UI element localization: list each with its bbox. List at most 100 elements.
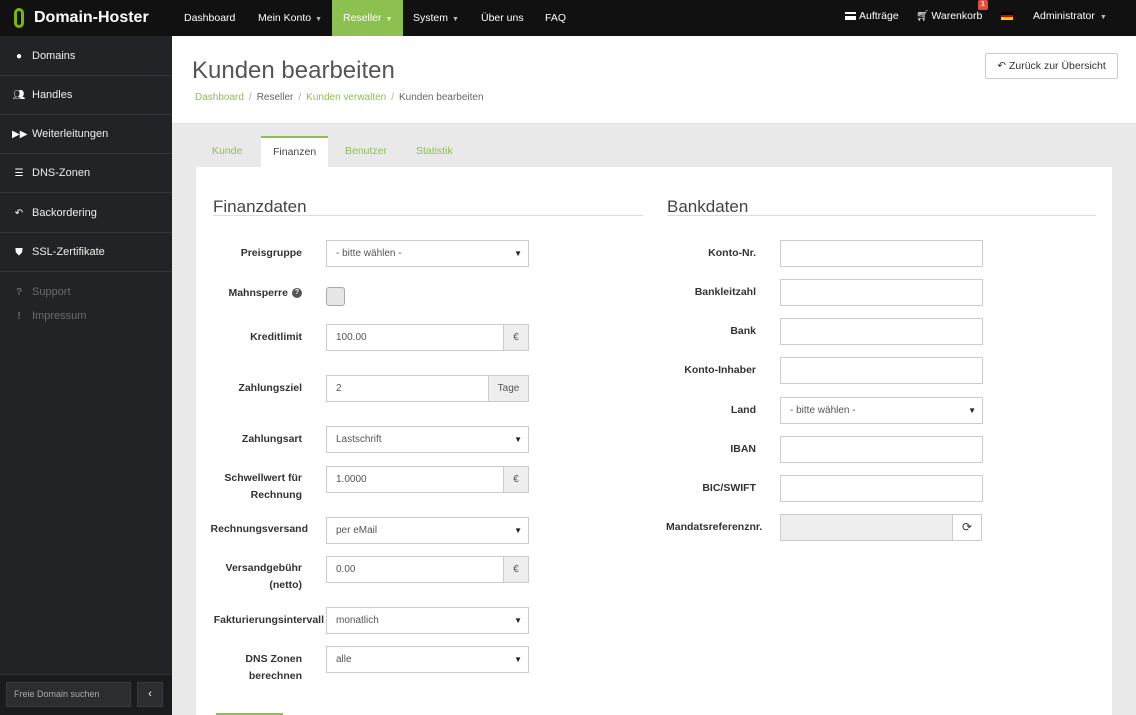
refresh-mandatsreferenz-button[interactable]: ⟳	[952, 514, 982, 541]
question-icon: ?	[15, 286, 23, 298]
nav-reseller[interactable]: Reseller ▼	[332, 0, 404, 36]
reply-icon: ↶	[14, 207, 24, 219]
chevron-down-icon: ▼	[452, 16, 459, 23]
breadcrumb-kunden-verwalten[interactable]: Kunden verwalten	[306, 92, 386, 103]
sidebar-item-backordering[interactable]: ↶ Backordering	[0, 194, 172, 233]
caret-down-icon: ▼	[514, 526, 522, 535]
chevron-down-icon: ▼	[1099, 14, 1107, 21]
breadcrumb-dashboard[interactable]: Dashboard	[195, 92, 244, 103]
bankdaten-heading: Bankdaten	[667, 197, 749, 216]
dns-zonen-select[interactable]: alle ▼	[326, 646, 529, 673]
sidebar-item-impressum[interactable]: ! Impressum	[0, 310, 86, 322]
orders-link[interactable]: Aufträge	[845, 0, 899, 36]
sidebar-collapse-button[interactable]: ‹	[137, 682, 163, 707]
currency-addon: €	[503, 466, 529, 493]
caret-down-icon: ▼	[514, 435, 522, 444]
caret-down-icon: ▼	[514, 655, 522, 664]
mahnsperre-checkbox[interactable]	[326, 287, 345, 306]
globe-icon: ●	[15, 50, 23, 62]
preisgruppe-select[interactable]: - bitte wählen - ▼	[326, 240, 529, 267]
versandgebuehr-input[interactable]: 0.00	[326, 556, 504, 583]
chevron-left-icon: ‹	[148, 688, 152, 700]
bank-input[interactable]	[780, 318, 983, 345]
caret-down-icon: ▼	[514, 616, 522, 625]
nav-mein-konto[interactable]: Mein Konto ▼	[258, 0, 322, 36]
fakturierungsintervall-select[interactable]: monatlich ▼	[326, 607, 529, 634]
breadcrumb-current: Kunden bearbeiten	[399, 92, 484, 103]
iban-input[interactable]	[780, 436, 983, 463]
kreditlimit-input[interactable]: 100.00	[326, 324, 504, 351]
finanzdaten-heading: Finanzdaten	[213, 197, 307, 216]
de-flag-icon[interactable]	[1001, 12, 1013, 20]
bic-swift-input[interactable]	[780, 475, 983, 502]
zahlungsart-select[interactable]: Lastschrift ▼	[326, 426, 529, 453]
cart-icon: 🛒︎	[916, 10, 930, 22]
list-icon	[845, 12, 856, 20]
back-to-overview-button[interactable]: ↶ Zurück zur Übersicht	[985, 53, 1118, 79]
brand-name: Domain-Hoster	[34, 9, 149, 26]
sidebar-item-dns-zonen[interactable]: ☰ DNS-Zonen	[0, 154, 172, 193]
nav-ueber-uns[interactable]: Über uns	[481, 0, 524, 36]
konto-inhaber-input[interactable]	[780, 357, 983, 384]
top-navbar: Domain-Hoster Dashboard Mein Konto ▼ Rese…	[0, 0, 1136, 36]
breadcrumb-reseller: Reseller	[256, 92, 294, 103]
schwellwert-label: Schwellwert für Rechnung	[224, 472, 302, 501]
reply-icon: ↶	[997, 60, 1007, 72]
fakturierungsintervall-label: Fakturierungsintervall	[213, 614, 324, 626]
days-addon: Tage	[488, 375, 529, 402]
currency-addon: €	[503, 324, 529, 351]
sidebar-footer: Freie Domain suchen ‹	[0, 674, 172, 715]
sidebar-item-domains[interactable]: ● Domains	[0, 37, 172, 76]
nav-faq[interactable]: FAQ	[545, 0, 566, 36]
cart-link[interactable]: 🛒︎ Warenkorb	[916, 0, 982, 36]
domain-search-input[interactable]: Freie Domain suchen	[6, 682, 131, 707]
rechnungsversand-select[interactable]: per eMail ▼	[326, 517, 529, 544]
sidebar-item-support[interactable]: ? Support	[0, 286, 71, 298]
konto-nr-input[interactable]	[780, 240, 983, 267]
breadcrumb: Dashboard / Reseller / Kunden verwalten / Kund…	[195, 92, 484, 103]
land-label: Land	[730, 404, 756, 416]
bic-swift-label: BIC/SWIFT	[702, 482, 756, 494]
users-icon: 👥︎	[12, 89, 26, 101]
logo-icon	[14, 8, 24, 28]
refresh-icon: ⟳	[961, 520, 973, 534]
rechnungsversand-label: Rechnungsversand	[210, 523, 308, 535]
bankleitzahl-label: Bankleitzahl	[694, 286, 756, 298]
dns-zonen-label: DNS Zonen berechnen	[245, 653, 302, 682]
divider	[213, 215, 643, 216]
chevron-down-icon: ▼	[385, 16, 393, 23]
land-select[interactable]: - bitte wählen - ▼	[780, 397, 983, 424]
currency-addon: €	[503, 556, 529, 583]
sidebar-item-weiterleitungen[interactable]: ▶▶ Weiterleitungen	[0, 115, 172, 154]
zahlungsziel-input[interactable]: 2	[326, 375, 489, 402]
zahlungsziel-label: Zahlungsziel	[238, 382, 302, 394]
preisgruppe-label: Preisgruppe	[240, 247, 302, 259]
help-icon[interactable]: ?	[292, 288, 302, 299]
mandatsreferenz-label: Mandatsreferenznr.	[666, 521, 763, 533]
tab-finanzen[interactable]: Finanzen	[261, 136, 329, 167]
bank-label: Bank	[730, 325, 756, 337]
cart-count-badge: 1	[978, 0, 988, 10]
bankleitzahl-input[interactable]	[780, 279, 983, 306]
kreditlimit-label: Kreditlimit	[250, 331, 302, 343]
brand[interactable]: Domain-Hoster	[0, 0, 172, 36]
sidebar-item-ssl-zertifikate[interactable]: ⛊ SSL-Zertifikate	[0, 233, 172, 272]
konto-nr-label: Konto-Nr.	[708, 247, 756, 259]
divider	[667, 215, 1096, 216]
tab-statistik[interactable]: Statistik	[416, 136, 453, 167]
caret-down-icon: ▼	[514, 249, 522, 258]
user-menu[interactable]: Administrator ▼	[1033, 0, 1107, 36]
caret-down-icon: ▼	[968, 406, 976, 415]
konto-inhaber-label: Konto-Inhaber	[684, 364, 756, 376]
schwellwert-input[interactable]: 1.0000	[326, 466, 504, 493]
nav-dashboard[interactable]: Dashboard	[184, 0, 235, 36]
mandatsreferenz-input	[780, 514, 953, 541]
versandgebuehr-label: Versandgebühr (netto)	[225, 562, 302, 591]
nav-system[interactable]: System ▼	[413, 0, 459, 36]
exclamation-icon: !	[17, 310, 21, 322]
tab-kunde[interactable]: Kunde	[212, 136, 242, 167]
chevron-down-icon: ▼	[315, 16, 323, 23]
zahlungsart-label: Zahlungsart	[241, 433, 302, 445]
sidebar-item-handles[interactable]: 👥︎ Handles	[0, 76, 172, 115]
tab-benutzer[interactable]: Benutzer	[345, 136, 387, 167]
